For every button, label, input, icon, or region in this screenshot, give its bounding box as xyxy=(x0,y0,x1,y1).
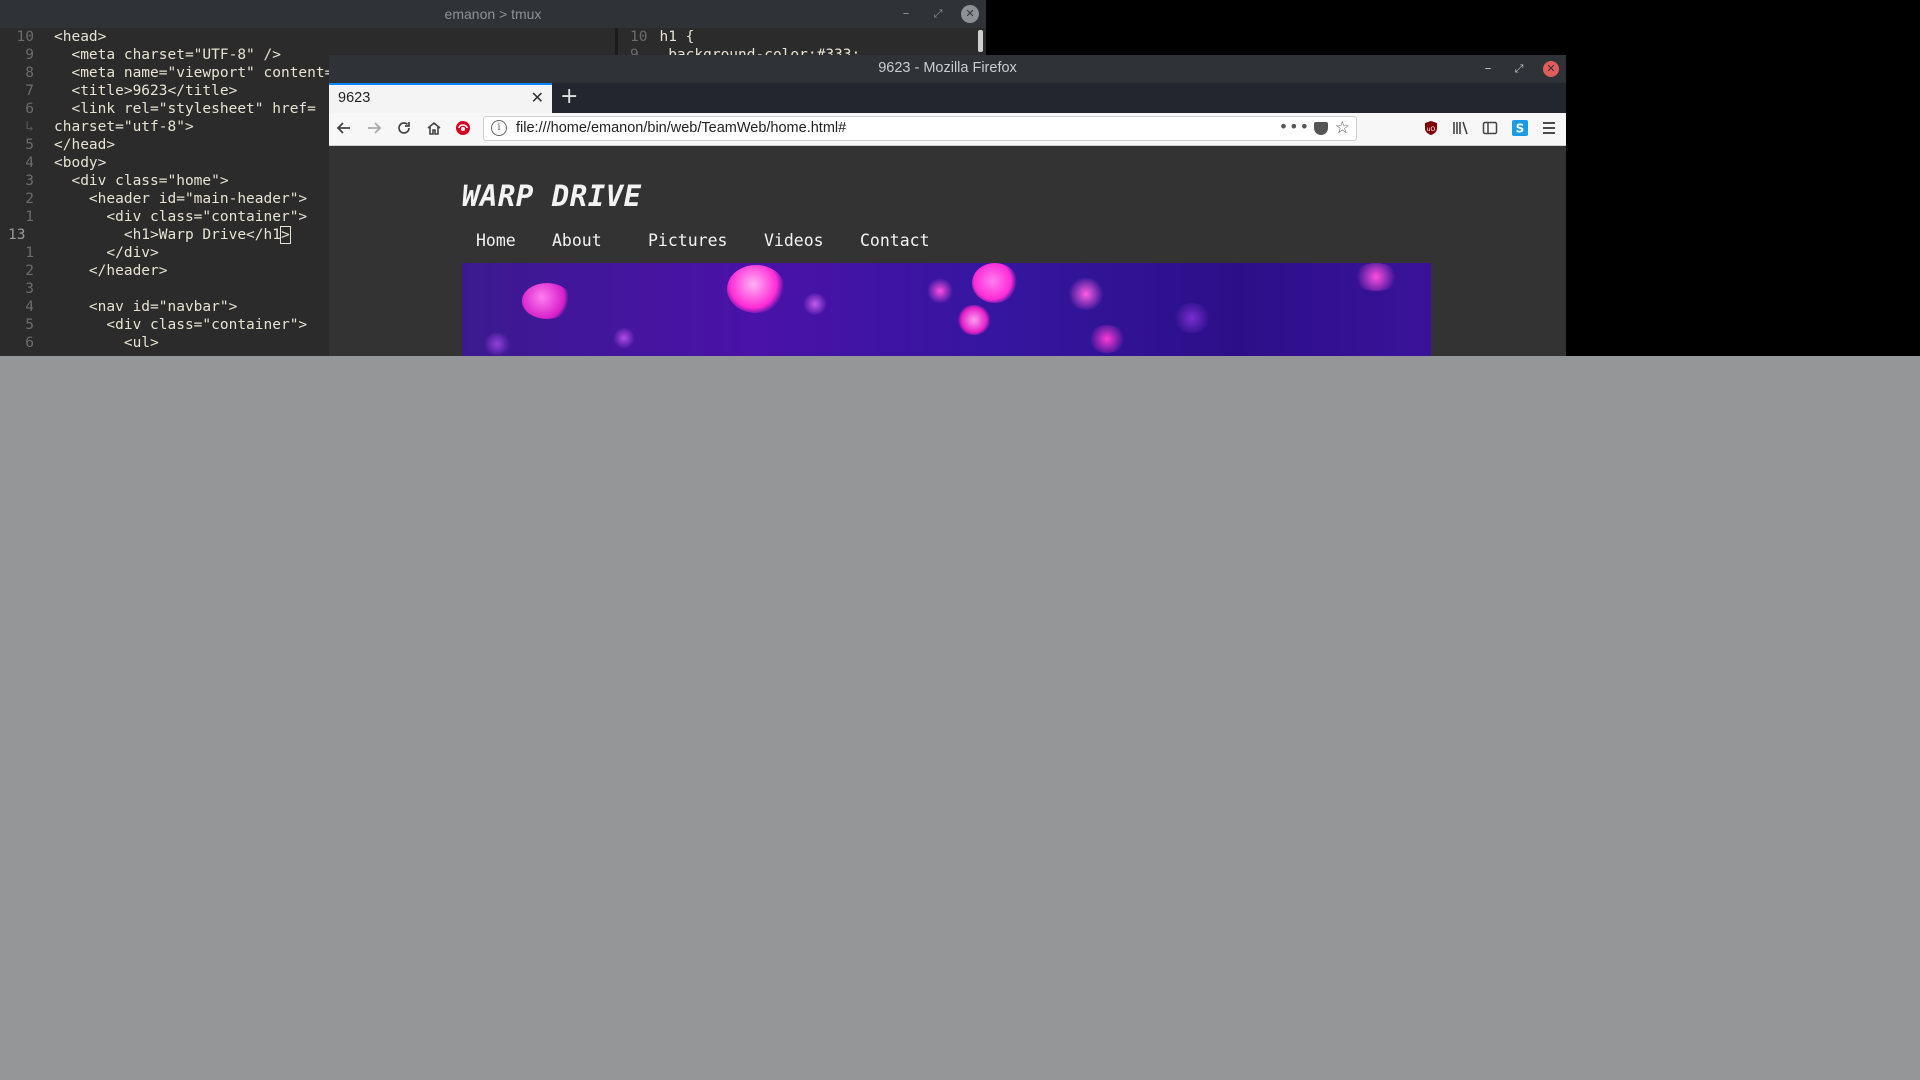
terminal-maximize-button[interactable]: ⤢ xyxy=(929,5,947,23)
code-line: 4 <body> xyxy=(25,155,107,171)
code-line: 6 <ul> xyxy=(25,335,159,351)
svg-text:uO: uO xyxy=(1427,126,1436,133)
pocket-icon[interactable] xyxy=(1314,122,1328,135)
code-line: 8 <meta name="viewport" content= xyxy=(25,65,334,81)
page-actions-icon[interactable]: ••• xyxy=(1279,117,1310,136)
desktop-background xyxy=(0,356,1920,1080)
url-bar[interactable]: i file:///home/emanon/bin/web/TeamWeb/ho… xyxy=(483,116,1357,141)
tab-close-icon[interactable]: ✕ xyxy=(531,88,544,107)
nav-link-pictures[interactable]: Pictures xyxy=(648,231,727,250)
code-line: 1 </div> xyxy=(25,245,159,261)
nav-link-videos[interactable]: Videos xyxy=(764,231,824,250)
code-line: 5 </head> xyxy=(25,137,116,153)
code-line: 7 <title>9623</title> xyxy=(25,83,238,99)
svg-text:S: S xyxy=(1516,122,1525,136)
tab-bar: 9623 ✕ + xyxy=(329,83,1566,113)
terminal-title: emanon > tmux xyxy=(444,6,542,22)
firefox-minimize-button[interactable]: – xyxy=(1479,60,1497,78)
code-line: 3 xyxy=(25,281,34,297)
sidebar-icon[interactable] xyxy=(1481,120,1499,138)
code-line: 2 </header> xyxy=(25,263,168,279)
home-icon[interactable] xyxy=(425,120,443,138)
site-heading: WARP DRIVE xyxy=(462,179,642,213)
tab-title: 9623 xyxy=(338,90,371,106)
firefox-close-button[interactable]: ✕ xyxy=(1543,61,1559,77)
navigation-toolbar: i file:///home/emanon/bin/web/TeamWeb/ho… xyxy=(329,113,1566,146)
firefox-window: 9623 - Mozilla Firefox – ⤢ ✕ 9623 ✕ + i … xyxy=(329,55,1566,356)
library-icon[interactable] xyxy=(1452,120,1470,138)
css-code-line: 10 h1 { xyxy=(630,29,695,45)
scrollbar-thumb[interactable] xyxy=(978,30,983,52)
code-line: 3 <div class="home"> xyxy=(25,173,229,189)
tab-9623[interactable]: 9623 ✕ xyxy=(329,83,552,113)
url-text[interactable]: file:///home/emanon/bin/web/TeamWeb/home… xyxy=(516,120,846,136)
addon-icon[interactable] xyxy=(454,120,472,138)
code-line: 5 <div class="container"> xyxy=(25,317,308,333)
reload-icon[interactable] xyxy=(395,120,413,138)
code-line: 6 <link rel="stylesheet" href= xyxy=(25,101,316,117)
site-info-icon[interactable]: i xyxy=(491,120,507,136)
ublock-icon[interactable]: uO xyxy=(1422,120,1440,138)
bookmark-star-icon[interactable]: ☆ xyxy=(1335,118,1350,138)
firefox-window-title: 9623 - Mozilla Firefox xyxy=(878,60,1017,76)
new-tab-button[interactable]: + xyxy=(560,84,578,109)
code-line: 10 <head> xyxy=(16,29,107,45)
hero-image-jellyfish xyxy=(462,263,1431,356)
code-line: 2 <header id="main-header"> xyxy=(25,191,308,207)
firefox-titlebar[interactable]: 9623 - Mozilla Firefox – ⤢ ✕ xyxy=(329,55,1566,83)
sync-icon[interactable]: S xyxy=(1511,120,1529,138)
terminal-close-button[interactable]: ✕ xyxy=(961,5,979,23)
terminal-titlebar[interactable]: emanon > tmux – ⤢ ✕ xyxy=(0,0,986,29)
firefox-maximize-button[interactable]: ⤢ xyxy=(1510,60,1528,78)
page-viewport: WARP DRIVE Home About Pictures Videos Co… xyxy=(329,146,1566,356)
text-cursor: > xyxy=(280,226,291,244)
terminal-minimize-button[interactable]: – xyxy=(897,5,915,23)
code-line: 4 <nav id="navbar"> xyxy=(25,299,238,315)
code-line-current: 13 <h1>Warp Drive</h1> xyxy=(8,226,291,244)
nav-link-home[interactable]: Home xyxy=(476,231,516,250)
menu-icon[interactable] xyxy=(1540,120,1558,138)
code-line-wrapped: ↳ charset="utf-8"> xyxy=(25,119,194,135)
code-line: 1 <div class="container"> xyxy=(25,209,308,225)
nav-link-about[interactable]: About xyxy=(552,231,602,250)
nav-link-contact[interactable]: Contact xyxy=(860,231,930,250)
forward-icon[interactable] xyxy=(365,120,383,138)
back-icon[interactable] xyxy=(335,120,353,138)
code-line: 9 <meta charset="UTF-8" /> xyxy=(25,47,281,63)
